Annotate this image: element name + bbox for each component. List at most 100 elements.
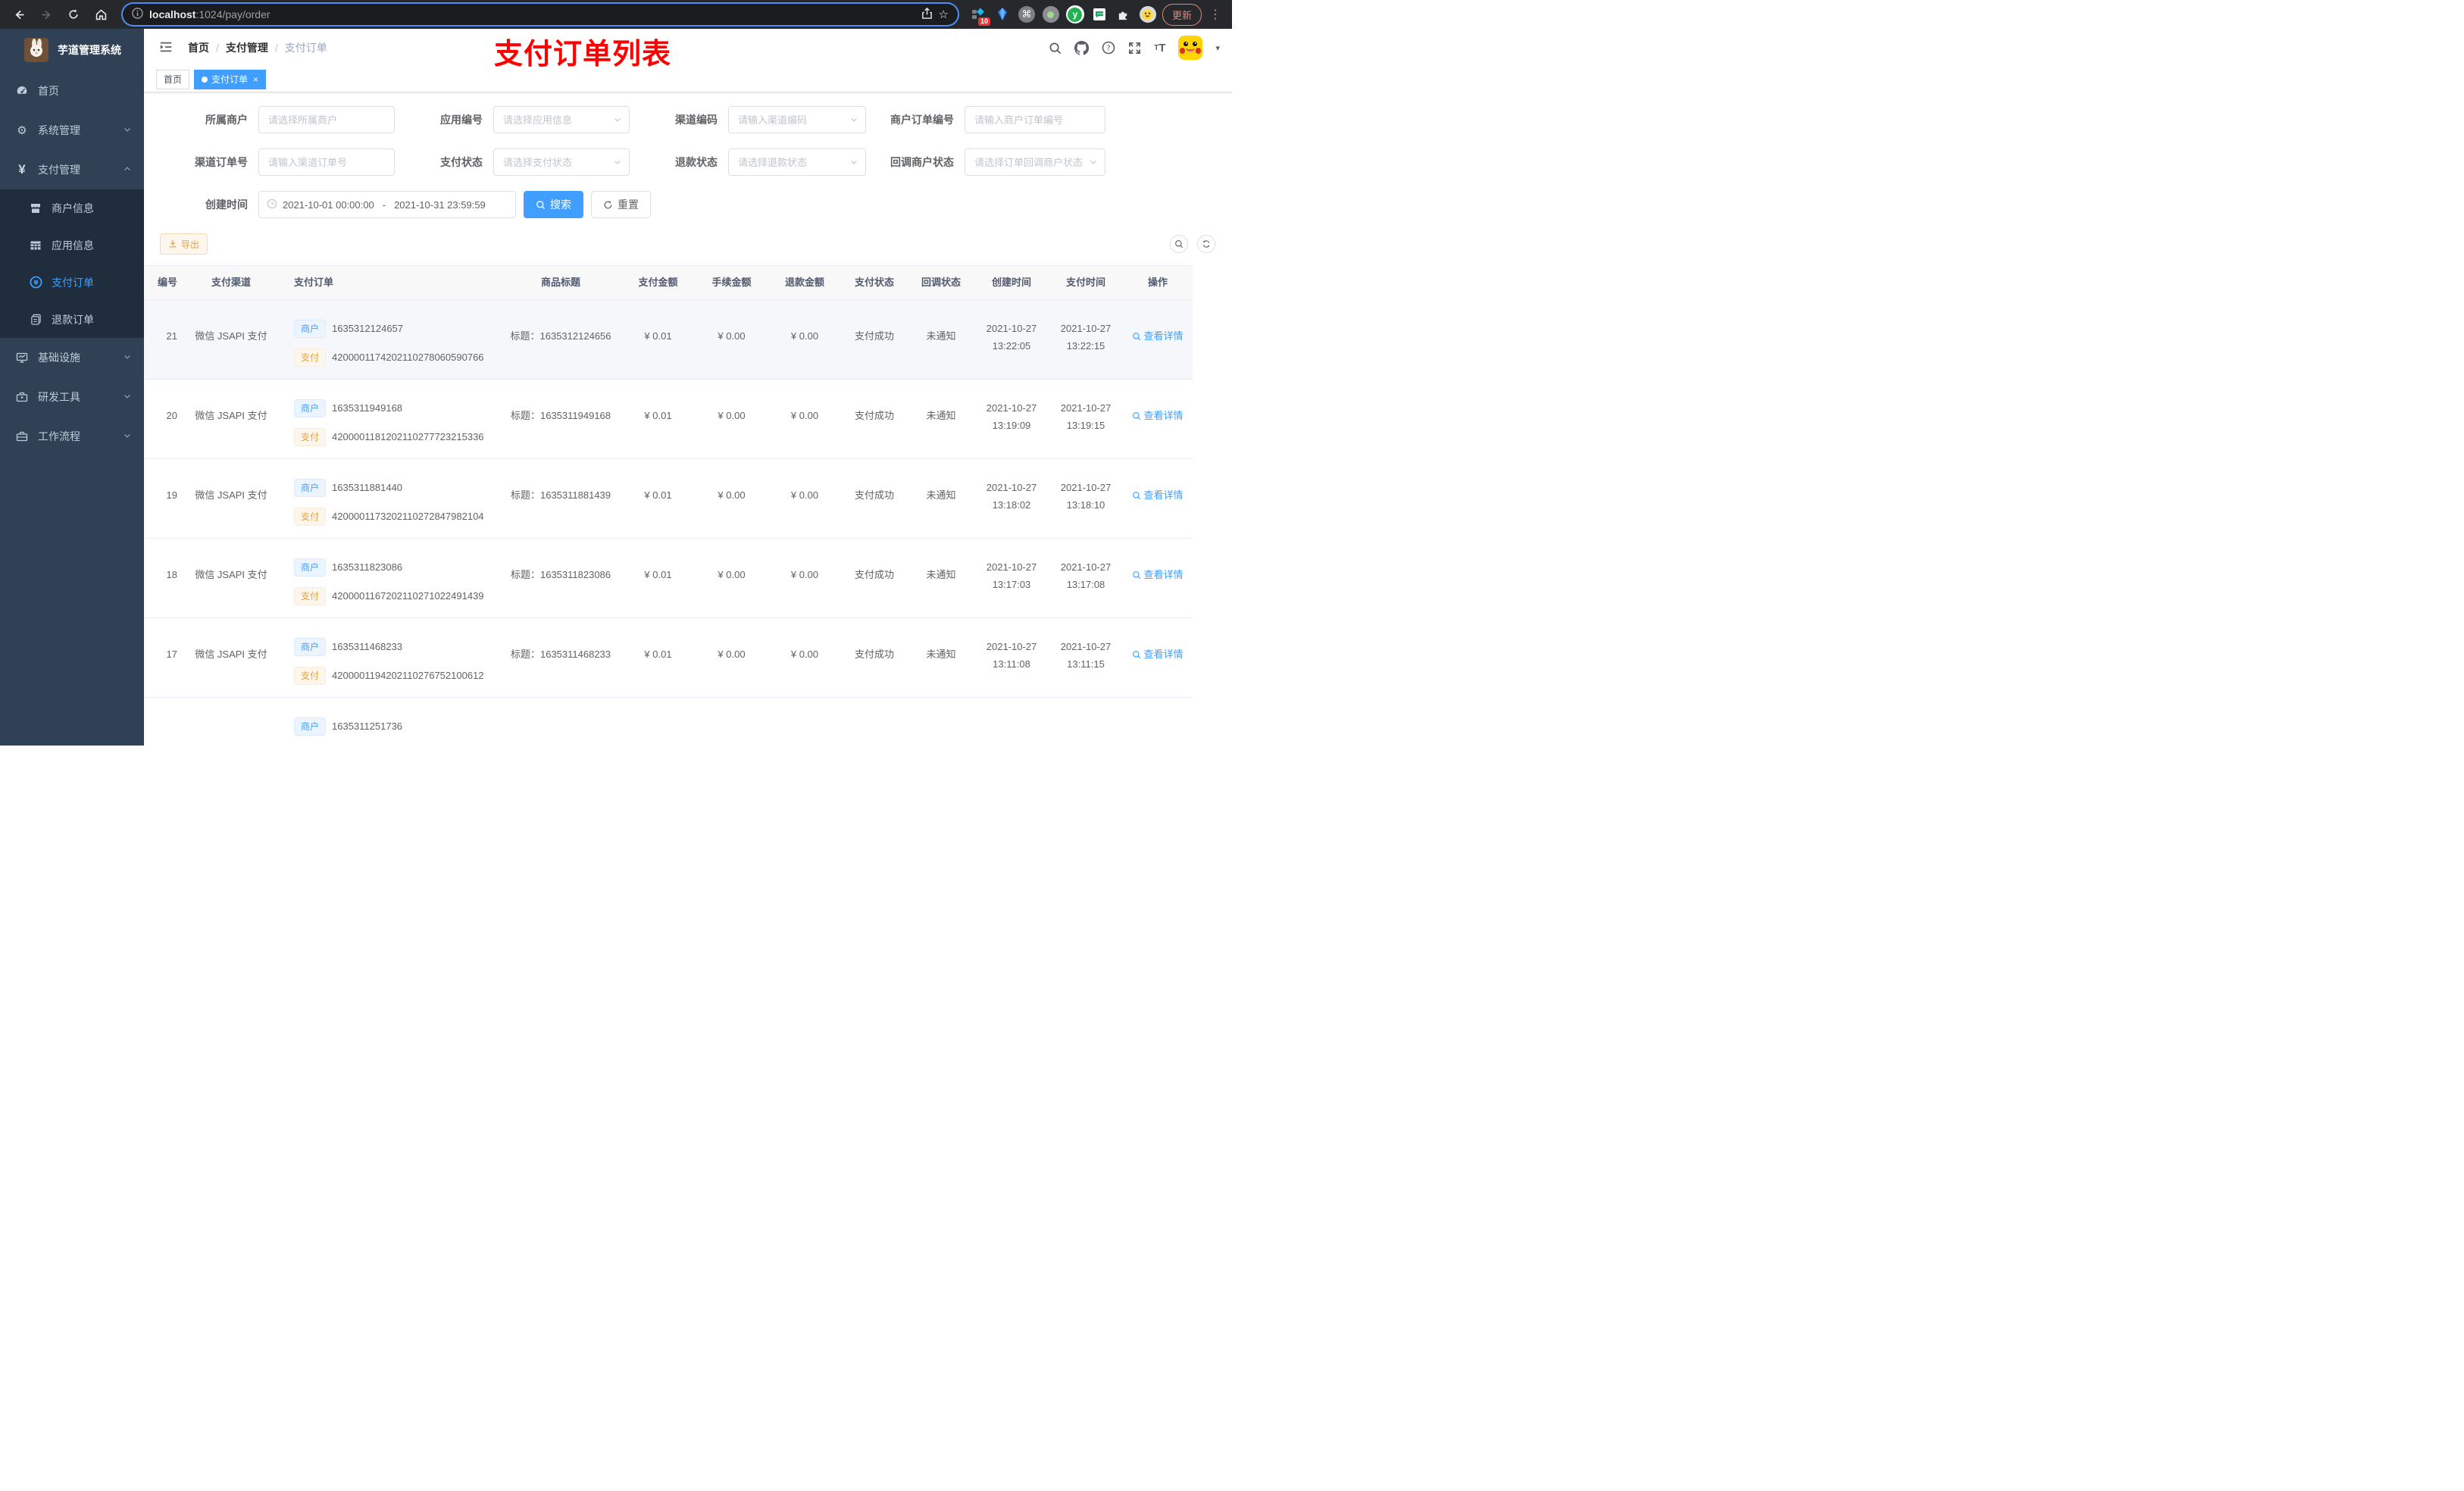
create-time-range-picker[interactable]: 2021-10-01 00:00:00 - 2021-10-31 23:59:5… [258, 191, 516, 218]
sidebar-toggle-icon[interactable] [156, 37, 176, 59]
merchant-select[interactable] [258, 106, 395, 133]
table-row[interactable]: 17 微信 JSAPI 支付 商户 1635311468233 支付 4200001… [144, 618, 1193, 698]
bookmark-star-icon[interactable]: ☆ [939, 8, 949, 21]
forward-icon[interactable] [35, 3, 58, 26]
sidebar-item-infra[interactable]: 基础设施 [0, 338, 144, 377]
sidebar-item-system[interactable]: ⚙ 系统管理 [0, 111, 144, 150]
refund-status-select[interactable] [728, 148, 866, 176]
cell-status: 支付成功 [854, 649, 894, 660]
filter-label-create-time: 创建时间 [205, 198, 248, 211]
browser-menu-icon[interactable]: ⋮ [1206, 7, 1224, 22]
cell-title: 标题：1635311881439 [500, 459, 621, 503]
close-icon[interactable]: × [252, 75, 258, 84]
cell-created: 2021-10-27 13:22:05 [986, 323, 1037, 352]
address-bar[interactable]: localhost:1024/pay/order ☆ [123, 4, 958, 25]
app-select-input[interactable] [493, 106, 630, 133]
channel-order-no-input[interactable] [258, 148, 395, 176]
table-row[interactable]: 19 微信 JSAPI 支付 商户 1635311881440 支付 4200001… [144, 459, 1193, 539]
app-select[interactable] [493, 106, 630, 133]
refresh-button[interactable] [1197, 235, 1215, 253]
help-icon[interactable]: ? [1102, 41, 1115, 55]
table-row[interactable]: 21 微信 JSAPI 支付 商户 1635312124657 支付 4200001… [144, 300, 1193, 380]
channel-code-input[interactable] [728, 106, 866, 133]
tab-home[interactable]: 首页 [156, 69, 190, 89]
top-navbar: 首页 / 支付管理 / 支付订单 支付订单列表 ? T T ▾ [144, 29, 1232, 70]
cell-title: 标题：1635311468233 [500, 618, 621, 662]
app-title: 芋道管理系统 [58, 44, 121, 56]
merchant-order-no-field[interactable] [965, 106, 1105, 133]
cell-title: 标题：1635311823086 [500, 539, 621, 583]
export-button[interactable]: 导出 [160, 233, 208, 255]
sidebar-item-refund-order[interactable]: 退款订单 [0, 301, 144, 338]
table-row[interactable]: 商户 1635311251736 [144, 698, 1193, 746]
chat-extension-icon[interactable] [1090, 5, 1109, 24]
table-row[interactable]: 20 微信 JSAPI 支付 商户 1635311949168 支付 4200001… [144, 380, 1193, 459]
sidebar-item-home[interactable]: 首页 [0, 71, 144, 111]
col-header-fee: 手续金额 [711, 276, 752, 288]
sidebar-item-pay-order[interactable]: ¥ 支付订单 [0, 264, 144, 301]
search-button[interactable]: 搜索 [524, 191, 583, 218]
tab-pay-order[interactable]: 支付订单 × [194, 69, 267, 89]
cell-channel: 微信 JSAPI 支付 [195, 330, 267, 342]
sidebar-item-devtools[interactable]: 研发工具 [0, 377, 144, 417]
back-icon[interactable] [8, 3, 30, 26]
view-detail-label: 查看详情 [1143, 489, 1184, 501]
date-start-value[interactable]: 2021-10-01 00:00:00 [283, 199, 374, 211]
merchant-input[interactable] [258, 106, 395, 133]
title-value: 1635311823086 [539, 569, 611, 580]
date-end-value[interactable]: 2021-10-31 23:59:59 [394, 199, 486, 211]
url-text[interactable]: localhost:1024/pay/order [149, 8, 915, 20]
pay-status-input[interactable] [493, 148, 630, 176]
avatar-caret-icon[interactable]: ▾ [1215, 43, 1220, 53]
refund-status-input[interactable] [728, 148, 866, 176]
view-detail-link[interactable]: 查看详情 [1132, 329, 1184, 344]
view-detail-link[interactable]: 查看详情 [1132, 567, 1184, 583]
view-detail-label: 查看详情 [1143, 330, 1184, 342]
dot-extension-icon[interactable] [1041, 5, 1061, 24]
gem-extension-icon[interactable] [993, 5, 1012, 24]
channel-code-select[interactable] [728, 106, 866, 133]
y-extension-icon[interactable]: y [1065, 5, 1085, 24]
browser-update-button[interactable]: 更新 [1162, 3, 1202, 26]
cell-created: 2021-10-27 13:18:02 [986, 482, 1037, 511]
search-icon[interactable] [1049, 42, 1062, 55]
pinned-extension-icon[interactable]: 10 [968, 5, 990, 26]
share-icon[interactable] [921, 7, 933, 21]
filter-label-notify-status: 回调商户状态 [890, 156, 954, 168]
breadcrumb-home[interactable]: 首页 [188, 40, 209, 55]
merchant-order-no-input[interactable] [965, 106, 1105, 133]
avatar[interactable] [1178, 36, 1203, 60]
sidebar-item-merchant-info[interactable]: 商户信息 [0, 189, 144, 227]
home-icon[interactable] [89, 3, 112, 26]
notify-status-input[interactable] [965, 148, 1105, 176]
sidebar-item-pay[interactable]: ¥ 支付管理 [0, 150, 144, 189]
view-detail-label: 查看详情 [1143, 649, 1184, 660]
font-size-icon[interactable]: TT [1154, 42, 1165, 55]
title-prefix: 标题： [510, 649, 540, 660]
sidebar-item-workflow[interactable]: 工作流程 [0, 417, 144, 456]
pay-status-select[interactable] [493, 148, 630, 176]
emoji-extension-icon[interactable] [1138, 5, 1158, 24]
command-extension-icon[interactable]: ⌘ [1017, 5, 1037, 24]
view-detail-link[interactable]: 查看详情 [1132, 408, 1184, 424]
view-detail-link[interactable]: 查看详情 [1132, 647, 1184, 662]
reset-button[interactable]: 重置 [591, 191, 651, 218]
fullscreen-icon[interactable] [1128, 42, 1141, 55]
cell-fee: ¥ 0.00 [718, 410, 746, 421]
github-icon[interactable] [1074, 40, 1090, 55]
cell-amount: ¥ 0.01 [644, 489, 672, 501]
toggle-search-button[interactable] [1170, 235, 1188, 253]
sidebar-item-label: 基础设施 [38, 352, 80, 364]
site-info-icon[interactable] [132, 8, 143, 21]
breadcrumb-pay[interactable]: 支付管理 [226, 40, 268, 55]
col-header-amount: 支付金额 [638, 276, 678, 288]
sidebar-logo[interactable]: 芋道管理系统 [0, 29, 144, 71]
notify-status-select[interactable] [965, 148, 1105, 176]
sidebar-item-app-info[interactable]: 应用信息 [0, 227, 144, 264]
reload-icon[interactable] [62, 3, 85, 26]
table-row[interactable]: 18 微信 JSAPI 支付 商户 1635311823086 支付 4200001… [144, 539, 1193, 618]
tab-label: 支付订单 [211, 74, 249, 85]
view-detail-link[interactable]: 查看详情 [1132, 488, 1184, 503]
channel-order-no-field[interactable] [258, 148, 395, 176]
extensions-puzzle-icon[interactable] [1114, 5, 1134, 24]
